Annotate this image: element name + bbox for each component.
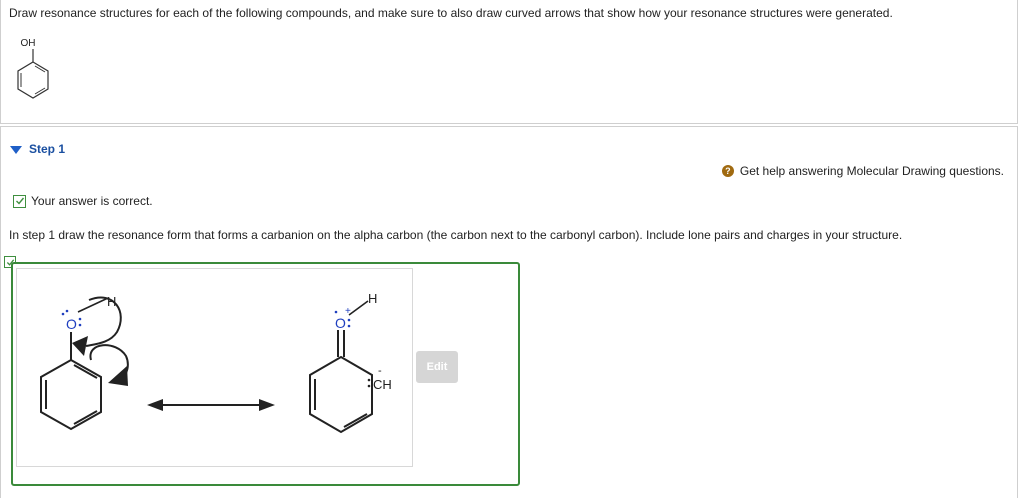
right-carbanion: CH	[373, 377, 392, 392]
right-oxygen-charge: +	[345, 306, 351, 317]
correct-status: Your answer is correct.	[13, 194, 153, 208]
edit-button[interactable]: Edit	[416, 351, 458, 383]
right-structure: O + H CH -	[309, 291, 392, 434]
help-text: Get help answering Molecular Drawing que…	[739, 164, 1004, 178]
left-oxygen: O	[66, 316, 77, 332]
question-mark-icon: ?	[721, 165, 734, 177]
resonance-drawing: O H O + H CH -	[40, 291, 392, 434]
right-hydrogen: H	[368, 291, 377, 306]
step-toggle[interactable]: Step 1	[10, 142, 65, 156]
help-link[interactable]: ? Get help answering Molecular Drawing q…	[721, 164, 1004, 178]
resonance-arrow	[147, 399, 275, 411]
checkmark-icon	[13, 194, 26, 208]
phenol-oh-label: OH	[21, 38, 36, 49]
phenol-structure: OH	[17, 38, 49, 99]
right-carbanion-charge: -	[378, 365, 382, 377]
step-instruction: In step 1 draw the resonance form that f…	[9, 228, 903, 242]
triangle-down-icon	[10, 145, 22, 154]
right-oxygen: O	[335, 315, 346, 331]
step-title: Step 1	[29, 142, 66, 156]
correct-text: Your answer is correct.	[31, 194, 153, 208]
question-text: Draw resonance structures for each of th…	[9, 6, 893, 20]
left-structure: O H	[40, 294, 129, 431]
